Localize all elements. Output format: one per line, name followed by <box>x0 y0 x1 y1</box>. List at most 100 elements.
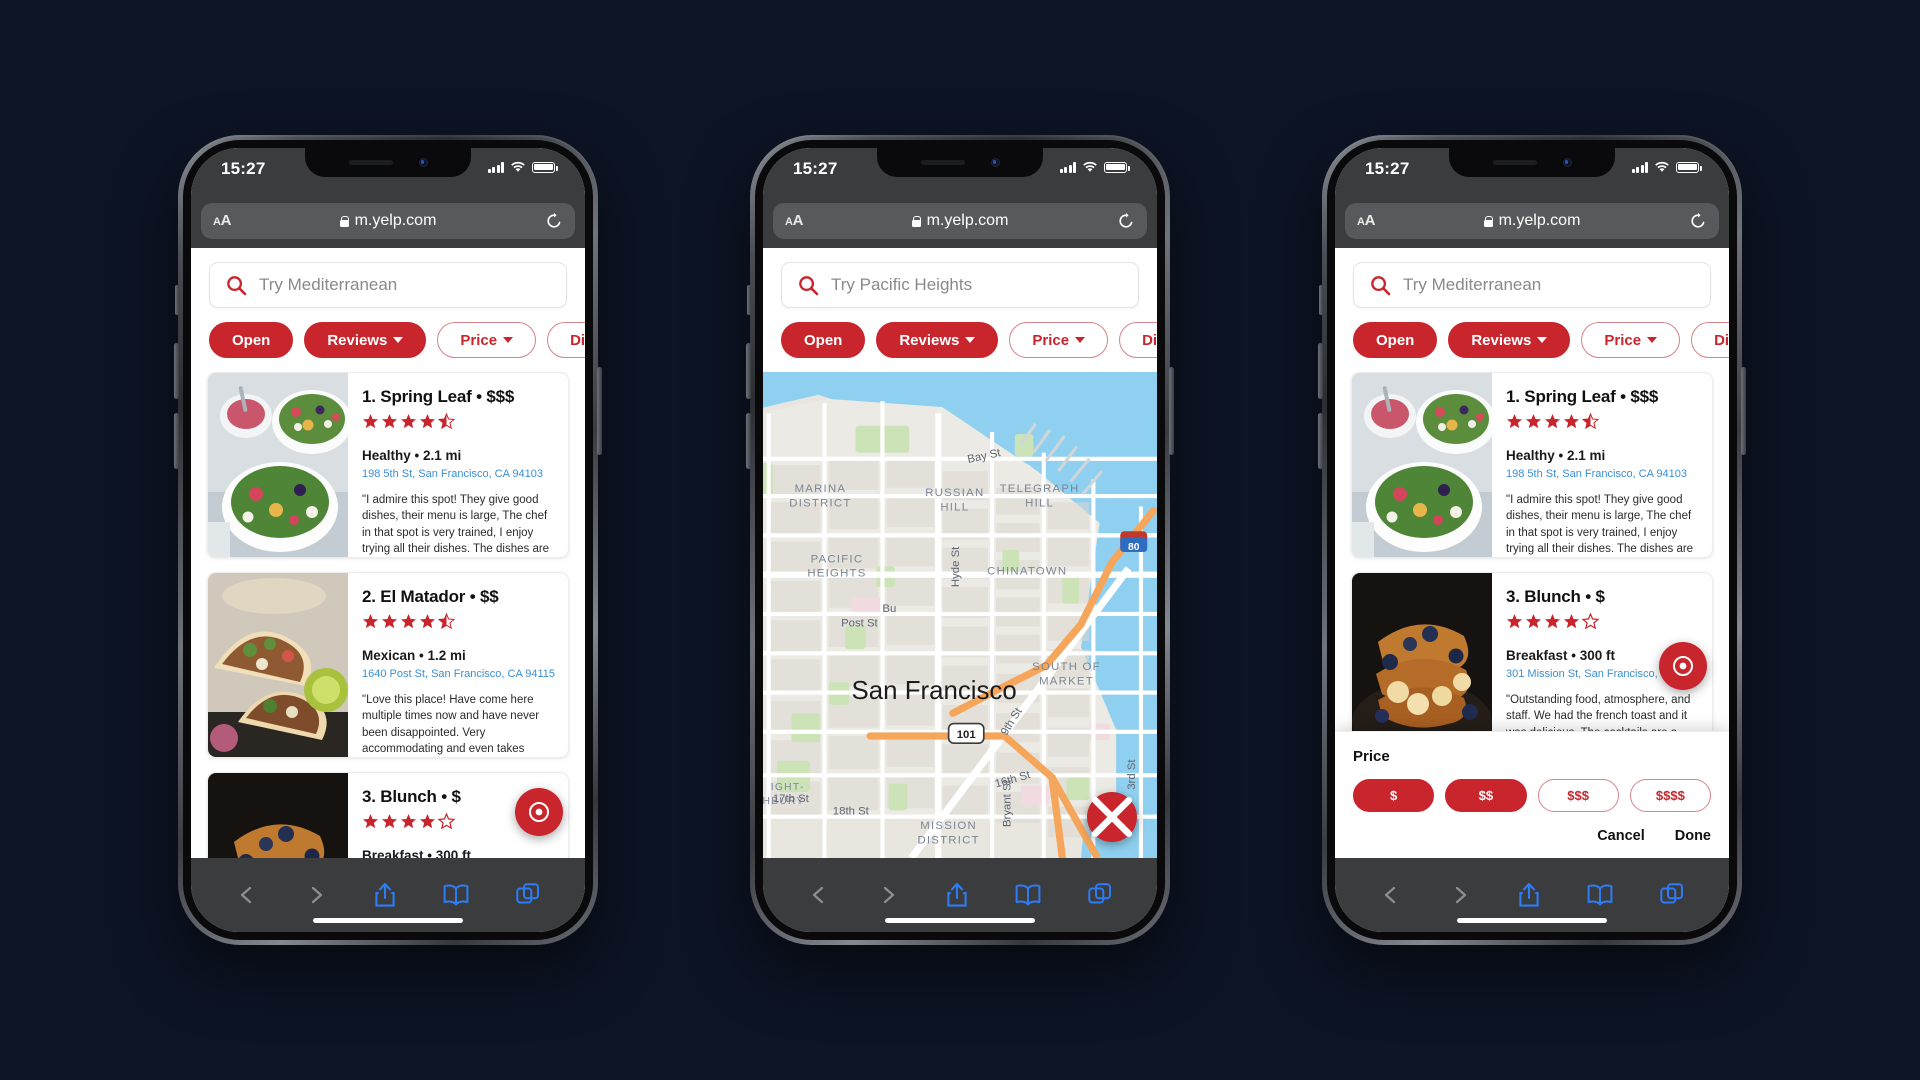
tabs-icon[interactable] <box>1660 883 1684 907</box>
address-field[interactable]: AA m.yelp.com <box>1345 203 1719 239</box>
price-option-4[interactable]: $$$$ <box>1629 779 1711 812</box>
filter-chip-price[interactable]: Price <box>1009 322 1109 358</box>
map-view[interactable]: 101 80 MARINA DISTRICT RUSSIAN HILL TELE… <box>763 372 1157 858</box>
power-button[interactable] <box>1741 367 1746 455</box>
filter-chip-row[interactable]: Open Reviews Price Dist <box>191 308 585 372</box>
listing-info: 1. Spring Leaf • $$$ Healthy • 2.1 mi 19… <box>348 373 568 557</box>
volume-down-button[interactable] <box>746 413 751 469</box>
book-icon[interactable] <box>443 884 469 906</box>
svg-text:101: 101 <box>957 729 976 741</box>
back-chevron-icon[interactable] <box>1380 884 1402 906</box>
mute-switch[interactable] <box>175 285 179 315</box>
filter-chip-open[interactable]: Open <box>781 322 866 358</box>
text-size-button[interactable]: AA <box>1357 213 1375 229</box>
tabs-icon[interactable] <box>516 883 540 907</box>
reload-icon[interactable] <box>1689 212 1707 230</box>
home-indicator[interactable] <box>313 918 463 923</box>
battery-icon <box>532 161 558 173</box>
listing-title: 3. Blunch • $ <box>1506 587 1605 606</box>
listing-review: "I admire this spot! They give good dish… <box>362 494 550 555</box>
search-input[interactable]: Try Mediterranean <box>1353 262 1711 308</box>
front-camera <box>990 158 1000 167</box>
filter-chip-reviews[interactable]: Reviews <box>1448 322 1571 358</box>
address-field[interactable]: AA m.yelp.com <box>201 203 575 239</box>
text-size-button[interactable]: AA <box>213 213 231 229</box>
filter-chip-row[interactable]: Open Reviews Price Dist <box>763 308 1157 372</box>
forward-chevron-icon[interactable] <box>305 884 327 906</box>
price-option-label: $$ <box>1478 788 1494 803</box>
listing-review: "Love this place! Have come here multipl… <box>362 694 540 755</box>
sheet-actions: Cancel Done <box>1353 828 1711 844</box>
price-option-2[interactable]: $$ <box>1445 779 1527 812</box>
table-row[interactable]: 1. Spring Leaf • $$$ Healthy • 2.1 mi 19… <box>207 372 569 558</box>
svg-text:HILL: HILL <box>1025 497 1054 509</box>
url-text: m.yelp.com <box>926 212 1009 229</box>
price-options[interactable]: $ $$ $$$ $$$$ <box>1353 779 1711 812</box>
wifi-icon <box>511 161 525 172</box>
tabs-icon[interactable] <box>1088 883 1112 907</box>
mute-switch[interactable] <box>747 285 751 315</box>
filter-chip-distance[interactable]: Dist <box>1691 322 1729 358</box>
back-chevron-icon[interactable] <box>236 884 258 906</box>
reload-icon[interactable] <box>1117 212 1135 230</box>
volume-down-button[interactable] <box>1318 413 1323 469</box>
filter-chip-row[interactable]: Open Reviews Price Dist <box>1335 308 1729 372</box>
search-input[interactable]: Try Mediterranean <box>209 262 567 308</box>
filter-chip-reviews[interactable]: Reviews <box>304 322 427 358</box>
home-indicator[interactable] <box>885 918 1035 923</box>
volume-up-button[interactable] <box>1318 343 1323 399</box>
search-placeholder: Try Mediterranean <box>1403 275 1542 294</box>
chevron-down-icon <box>965 337 976 343</box>
forward-chevron-icon[interactable] <box>877 884 899 906</box>
status-indicators <box>1059 159 1130 173</box>
volume-up-button[interactable] <box>174 343 179 399</box>
svg-text:SOUTH OF: SOUTH OF <box>1032 661 1101 673</box>
filter-chip-open[interactable]: Open <box>1353 322 1438 358</box>
chip-label: Price <box>1604 331 1642 349</box>
volume-up-button[interactable] <box>746 343 751 399</box>
price-option-3[interactable]: $$$ <box>1537 779 1619 812</box>
book-icon[interactable] <box>1015 884 1041 906</box>
browser-toolbar <box>191 858 585 932</box>
svg-text:CHINATOWN: CHINATOWN <box>987 566 1067 578</box>
map-pin-icon[interactable] <box>515 788 563 836</box>
table-row[interactable]: 1. Spring Leaf • $$$ Healthy • 2.1 mi 19… <box>1351 372 1713 558</box>
filter-chip-distance[interactable]: Dist <box>1119 322 1157 358</box>
home-indicator[interactable] <box>1457 918 1607 923</box>
search-input[interactable]: Try Pacific Heights <box>781 262 1139 308</box>
url-text: m.yelp.com <box>354 212 437 229</box>
map-pin-icon[interactable] <box>1659 642 1707 690</box>
volume-down-button[interactable] <box>174 413 179 469</box>
business-list[interactable]: 1. Spring Leaf • $$$ Healthy • 2.1 mi 19… <box>191 372 585 858</box>
forward-chevron-icon[interactable] <box>1449 884 1471 906</box>
price-option-1[interactable]: $ <box>1353 779 1435 812</box>
filter-chip-reviews[interactable]: Reviews <box>876 322 999 358</box>
filter-chip-price[interactable]: Price <box>1581 322 1681 358</box>
reload-icon[interactable] <box>545 212 563 230</box>
share-icon[interactable] <box>373 882 397 908</box>
listing-address[interactable]: 198 5th St, San Francisco, CA 94103 <box>362 468 556 480</box>
table-row[interactable]: 2. El Matador • $$ Mexican • 1.2 mi 1640… <box>207 572 569 758</box>
power-button[interactable] <box>1169 367 1174 455</box>
filter-chip-open[interactable]: Open <box>209 322 294 358</box>
cancel-button[interactable]: Cancel <box>1597 828 1645 844</box>
svg-text:Bryant St: Bryant St <box>1002 779 1014 827</box>
map-city-label: San Francisco <box>852 677 1017 705</box>
done-button[interactable]: Done <box>1675 828 1711 844</box>
filter-chip-price[interactable]: Price <box>437 322 537 358</box>
listing-address[interactable]: 198 5th St, San Francisco, CA 94103 <box>1506 468 1700 480</box>
search-placeholder: Try Mediterranean <box>259 275 398 294</box>
filter-chip-distance[interactable]: Dist <box>547 322 585 358</box>
share-icon[interactable] <box>945 882 969 908</box>
power-button[interactable] <box>597 367 602 455</box>
status-indicators <box>1631 159 1702 173</box>
share-icon[interactable] <box>1517 882 1541 908</box>
text-size-button[interactable]: AA <box>785 213 803 229</box>
address-field[interactable]: AA m.yelp.com <box>773 203 1147 239</box>
back-chevron-icon[interactable] <box>808 884 830 906</box>
listing-address[interactable]: 1640 Post St, San Francisco, CA 94115 <box>362 668 556 680</box>
mute-switch[interactable] <box>1319 285 1323 315</box>
book-icon[interactable] <box>1587 884 1613 906</box>
close-x-icon[interactable] <box>1087 792 1137 842</box>
chevron-down-icon <box>393 337 404 343</box>
